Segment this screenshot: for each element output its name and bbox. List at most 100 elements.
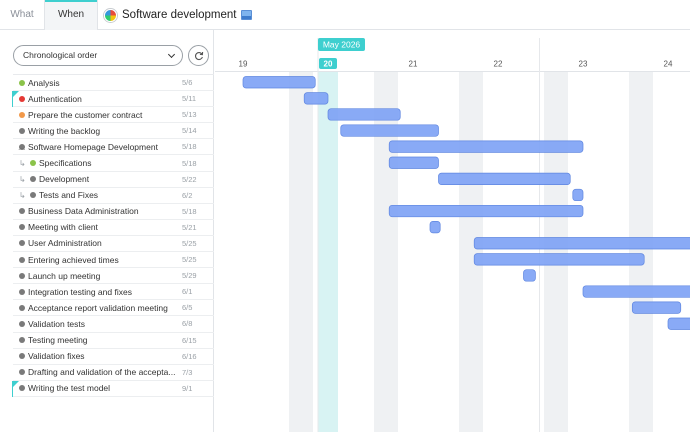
task-row[interactable]: Launch up meeting 5/29: [13, 268, 214, 285]
task-date: 5/18: [182, 206, 197, 216]
subtask-arrow-icon: ↳: [19, 158, 26, 168]
task-row[interactable]: Validation fixes 6/16: [13, 349, 214, 365]
order-select-value: Chronological order: [23, 50, 98, 60]
gantt-chart: May 2026 19 20 21 22 23 24: [215, 30, 690, 432]
task-bar[interactable]: [303, 92, 329, 105]
day-label: 20: [324, 60, 333, 69]
task-status-dot: [19, 385, 25, 392]
task-name: Prepare the customer contract: [28, 109, 143, 120]
task-bar[interactable]: [242, 76, 316, 89]
task-status-dot: [30, 160, 36, 167]
task-date: 6/5: [182, 303, 193, 313]
task-date: 5/18: [182, 158, 197, 168]
task-date: 5/14: [182, 126, 197, 136]
task-name: Analysis: [28, 77, 60, 88]
task-row[interactable]: Authentication 5/11: [12, 91, 214, 108]
task-bar[interactable]: [667, 317, 690, 330]
task-row[interactable]: Business Data Administration 5/18: [13, 204, 214, 220]
task-row[interactable]: Meeting with client 5/21: [13, 220, 214, 236]
project-logo-icon: [104, 8, 117, 22]
task-bar[interactable]: [572, 188, 584, 202]
task-row[interactable]: ⁀ Software Homepage Development 5/18: [13, 139, 214, 157]
task-bar[interactable]: [631, 301, 682, 314]
tab-when[interactable]: When: [44, 0, 98, 30]
task-name: Tests and Fixes: [39, 190, 99, 201]
task-name: Validation fixes: [28, 351, 85, 362]
task-row[interactable]: ↳ Development 5/22: [13, 172, 214, 188]
task-row[interactable]: Integration testing and fixes 6/1: [13, 284, 214, 301]
task-bar[interactable]: [473, 237, 690, 250]
task-status-dot: [19, 111, 25, 118]
weekend-band: [459, 72, 483, 432]
day-label: 23: [579, 60, 588, 69]
task-bar[interactable]: [473, 253, 645, 266]
task-status-dot: [19, 95, 25, 102]
order-select[interactable]: Chronological order: [13, 45, 183, 66]
task-status-dot: [30, 192, 36, 199]
task-bar[interactable]: [523, 269, 536, 282]
task-status-dot: [19, 369, 25, 376]
task-status-dot: [19, 272, 25, 279]
milestone-flag-icon: [12, 91, 19, 99]
task-row[interactable]: Validation tests 6/8: [13, 316, 214, 333]
task-list-panel: Chronological order Analysis 5/6 Authentic…: [0, 30, 214, 432]
weekend-band: [544, 72, 568, 432]
task-status-dot: [19, 337, 25, 344]
task-name: Authentication: [28, 93, 82, 104]
task-date: 6/16: [182, 351, 197, 361]
task-name: Integration testing and fixes: [28, 286, 132, 297]
refresh-button[interactable]: [188, 45, 209, 66]
task-status-dot: [19, 79, 25, 86]
task-bar[interactable]: [388, 156, 439, 169]
task-name: Development: [39, 174, 90, 185]
task-bar[interactable]: [429, 221, 441, 234]
task-date: 5/13: [182, 110, 197, 120]
task-row[interactable]: Analysis 5/6: [13, 75, 214, 92]
task-status-dot: [19, 240, 25, 247]
task-name: Meeting with client: [28, 222, 98, 233]
task-row[interactable]: ↳ Specifications 5/18: [13, 155, 214, 172]
task-row[interactable]: User Administration 5/25: [13, 236, 214, 253]
task-list: Analysis 5/6 Authentication 5/11 Prepare the…: [12, 74, 214, 397]
task-row[interactable]: Acceptance report validation meeting 6/5: [13, 300, 214, 317]
task-date: 7/3: [182, 367, 193, 377]
task-bar[interactable]: [438, 172, 571, 185]
task-date: 5/21: [182, 222, 197, 232]
project-header: Software development: [104, 0, 253, 30]
task-row[interactable]: Testing meeting 6/15: [13, 333, 214, 349]
task-date: 5/29: [182, 271, 197, 281]
task-row[interactable]: Writing the backlog 5/14: [13, 123, 214, 140]
computer-emoji-icon: [241, 10, 253, 20]
task-name: Software Homepage Development: [28, 141, 158, 152]
task-bar[interactable]: [388, 204, 584, 218]
task-row[interactable]: ↳ Tests and Fixes 6/2: [13, 188, 214, 204]
task-name: Writing the backlog: [28, 125, 101, 136]
task-date: 5/25: [182, 255, 197, 265]
task-name: Testing meeting: [28, 335, 88, 346]
task-date: 6/15: [182, 335, 197, 345]
task-date: 5/11: [182, 94, 197, 104]
gantt-canvas: May 2026 19 20 21 22 23 24: [215, 38, 690, 432]
month-label: May 2026: [323, 40, 361, 50]
project-title: Software development: [122, 9, 237, 21]
day-label: 24: [664, 60, 673, 69]
task-name: Writing the test model: [28, 383, 111, 394]
tab-what[interactable]: What: [0, 0, 44, 30]
chevron-down-icon: [167, 50, 176, 59]
top-tab-bar: What When Software development: [0, 0, 690, 30]
task-bar[interactable]: [327, 108, 401, 121]
task-row[interactable]: Drafting and validation of the accepta..…: [13, 365, 214, 381]
task-name: Drafting and validation of the accepta..…: [28, 367, 176, 378]
task-name: Business Data Administration: [28, 206, 139, 217]
weekend-band: [629, 72, 653, 432]
task-bar[interactable]: [582, 285, 690, 298]
weekend-band: [289, 72, 313, 432]
task-name: User Administration: [28, 238, 102, 249]
task-status-dot: [19, 288, 25, 295]
task-row[interactable]: Entering achieved times 5/25: [13, 252, 214, 269]
task-row[interactable]: Writing the test model 9/1: [12, 380, 214, 397]
task-row[interactable]: Prepare the customer contract 5/13: [13, 107, 214, 124]
task-bar[interactable]: [388, 140, 584, 153]
task-bar[interactable]: [340, 124, 439, 137]
task-name: Validation tests: [28, 318, 86, 329]
